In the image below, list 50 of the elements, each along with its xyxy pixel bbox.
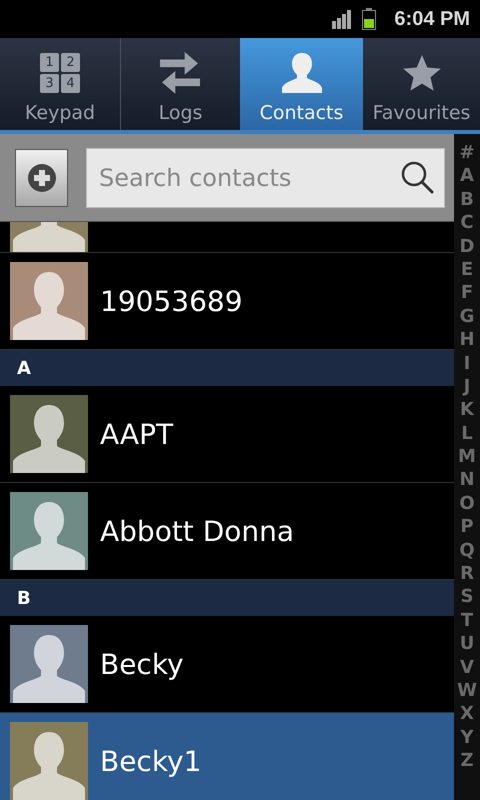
index-letter[interactable]: A <box>460 164 474 188</box>
search-icon[interactable] <box>401 161 434 194</box>
tab[interactable]: Contacts <box>240 38 363 130</box>
contact-name: Becky <box>100 648 184 680</box>
index-letter[interactable]: H <box>459 328 475 352</box>
contact-name: AAPT <box>100 418 174 450</box>
contact-row[interactable]: Becky1 <box>0 713 454 800</box>
index-letter[interactable]: X <box>460 702 474 726</box>
index-letter[interactable]: F <box>460 281 474 305</box>
plus-icon <box>28 164 56 192</box>
person-icon <box>280 51 324 95</box>
index-letter[interactable]: K <box>460 398 474 422</box>
index-letter[interactable]: V <box>460 656 474 679</box>
index-letter[interactable]: S <box>460 585 474 609</box>
index-letter[interactable]: N <box>459 468 475 492</box>
section-header: A <box>0 350 454 386</box>
index-letter[interactable]: Z <box>460 749 474 773</box>
tab[interactable]: 1 2 3 4 Keypad <box>0 38 120 130</box>
index-letter[interactable]: Q <box>459 538 475 562</box>
index-letter[interactable]: J <box>464 374 470 398</box>
contact-row[interactable] <box>0 222 454 253</box>
add-contact-button[interactable] <box>15 148 68 206</box>
contact-name: 19053689 <box>100 284 243 318</box>
battery-icon <box>362 8 376 30</box>
search-field[interactable]: Search contacts <box>86 148 445 208</box>
index-letter[interactable]: G <box>460 304 474 328</box>
arrows-icon <box>160 51 202 95</box>
index-letter[interactable]: U <box>460 632 474 656</box>
index-letter[interactable]: C <box>460 211 474 235</box>
index-letter[interactable]: Y <box>460 726 474 750</box>
index-letter[interactable]: R <box>460 562 474 586</box>
index-letter[interactable]: E <box>460 258 474 282</box>
index-letter[interactable]: M <box>458 445 476 468</box>
index-letter[interactable]: W <box>457 678 477 702</box>
contact-name: Becky1 <box>100 744 202 778</box>
index-letter[interactable]: B <box>460 188 474 212</box>
index-letter[interactable]: T <box>460 608 474 632</box>
contact-name: Abbott Donna <box>100 514 294 548</box>
index-letter[interactable]: O <box>459 492 475 516</box>
search-input[interactable]: Search contacts <box>97 162 401 192</box>
section-header: B <box>0 580 454 616</box>
signal-icon <box>332 9 352 29</box>
star-icon <box>402 53 442 93</box>
index-letter[interactable]: L <box>461 422 473 446</box>
status-time: 6:04 PM <box>394 8 470 30</box>
index-letter[interactable]: P <box>460 515 474 539</box>
index-letter[interactable]: D <box>460 234 474 258</box>
index-letter[interactable]: I <box>464 352 470 375</box>
index-letter[interactable]: # <box>459 141 475 164</box>
tab[interactable]: Favourites <box>363 38 480 130</box>
